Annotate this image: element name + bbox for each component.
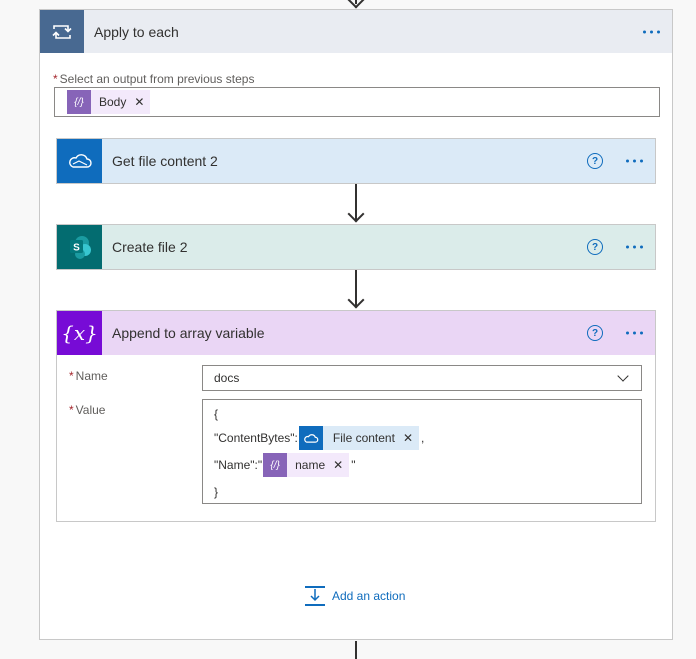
required-marker: * bbox=[53, 72, 58, 86]
action-more-icon[interactable] bbox=[626, 245, 643, 249]
arrow-top bbox=[347, 0, 365, 9]
sharepoint-icon: S bbox=[57, 225, 102, 269]
value-label: * Value bbox=[69, 403, 106, 417]
variable-icon: {x} bbox=[57, 311, 102, 355]
output-input[interactable]: {/} Body ✕ bbox=[54, 87, 660, 117]
action-title: Get file content 2 bbox=[112, 153, 218, 169]
expression-icon: {/} bbox=[263, 453, 288, 477]
cloud-icon bbox=[298, 426, 323, 450]
action-append-to-array: {x} Append to array variable ? * Name doc… bbox=[56, 310, 656, 522]
value-line-3: "Name":" {/} name ✕ " bbox=[214, 453, 355, 477]
remove-token-icon[interactable]: ✕ bbox=[134, 95, 150, 109]
cloud-icon bbox=[57, 139, 102, 183]
help-icon[interactable]: ? bbox=[587, 239, 603, 255]
expression-icon: {/} bbox=[67, 90, 91, 114]
action-title: Create file 2 bbox=[112, 239, 188, 255]
apply-to-each-scope: Apply to each * Select an output from pre… bbox=[39, 9, 673, 640]
value-line-1: { bbox=[214, 407, 219, 421]
connector-bottom bbox=[355, 641, 357, 659]
add-action-label: Add an action bbox=[332, 589, 406, 603]
scope-header[interactable]: Apply to each bbox=[40, 10, 672, 53]
value-line-4: } bbox=[214, 485, 219, 499]
action-create-file[interactable]: S Create file 2 ? bbox=[56, 224, 656, 270]
action-more-icon[interactable] bbox=[626, 159, 643, 163]
help-icon[interactable]: ? bbox=[587, 325, 603, 341]
name-token[interactable]: {/} name ✕ bbox=[263, 453, 350, 477]
append-header[interactable]: {x} Append to array variable ? bbox=[57, 311, 655, 355]
chevron-down-icon bbox=[617, 370, 629, 382]
action-more-icon[interactable] bbox=[626, 331, 643, 335]
value-line-2: "ContentBytes": File content ✕ , bbox=[214, 426, 424, 450]
scope-more-icon[interactable] bbox=[643, 30, 660, 33]
remove-token-icon[interactable]: ✕ bbox=[333, 458, 349, 472]
name-label: * Name bbox=[69, 369, 108, 383]
file-content-token[interactable]: File content ✕ bbox=[298, 426, 420, 450]
svg-text:S: S bbox=[73, 243, 80, 254]
help-icon[interactable]: ? bbox=[587, 153, 603, 169]
remove-token-icon[interactable]: ✕ bbox=[403, 431, 419, 445]
add-action-button[interactable]: Add an action bbox=[304, 585, 405, 607]
value-input[interactable]: { "ContentBytes": File content ✕ , "Name… bbox=[202, 399, 642, 504]
add-action-icon bbox=[305, 586, 325, 606]
action-get-file-content[interactable]: Get file content 2 ? bbox=[56, 138, 656, 184]
scope-title: Apply to each bbox=[94, 23, 179, 40]
output-label: * Select an output from previous steps bbox=[53, 72, 255, 86]
loop-icon bbox=[40, 10, 84, 53]
name-select[interactable]: docs bbox=[202, 365, 642, 391]
body-token[interactable]: {/} Body ✕ bbox=[67, 90, 151, 114]
action-title: Append to array variable bbox=[112, 325, 265, 341]
